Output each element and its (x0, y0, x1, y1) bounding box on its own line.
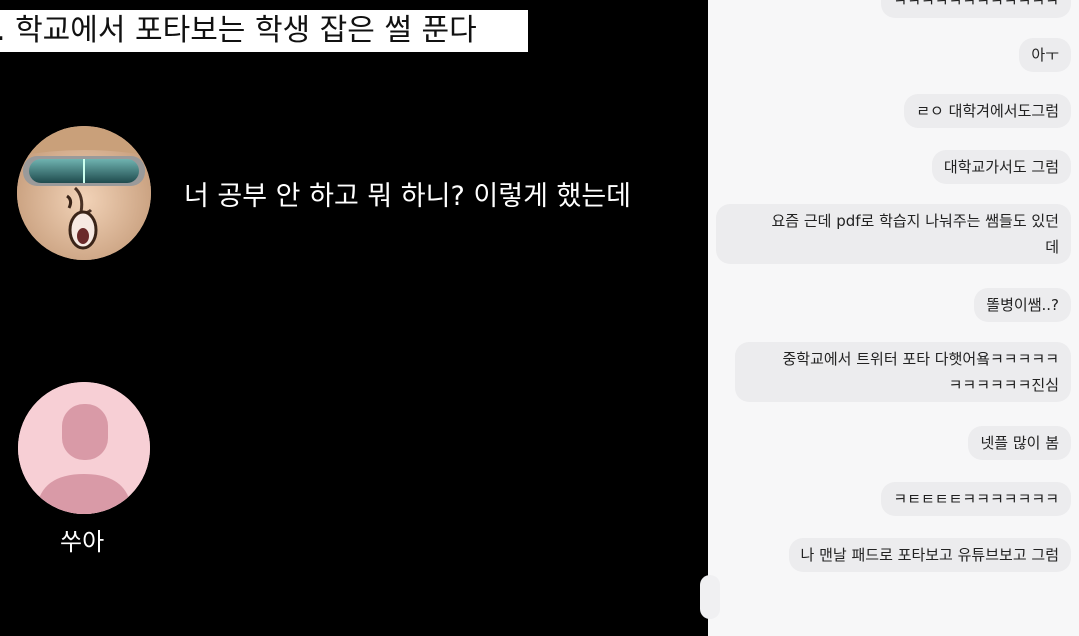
chat-message: 넷플 많이 봄 (968, 426, 1071, 460)
speaker-name: 쑤아 (60, 528, 105, 556)
chat-message: 대학교가서도 그럼 (931, 150, 1071, 184)
scroll-handle[interactable] (700, 575, 720, 619)
chat-message: 아ㅜ (1019, 38, 1071, 72)
chat-message: 요즘 근데 pdf로 학습지 나눠주는 쌤들도 있던 데 (716, 204, 1071, 264)
chat-message: ㅋㅌㅌㅌㅌㅋㅋㅋㅋㅋㅋㅋ (881, 482, 1071, 516)
video-stage: . 학교에서 포타보는 학생 잡은 썰 푼다 너 공부 안 하고 뭐 하니? 이… (0, 0, 708, 636)
chat-panel: ㅋㅋㅋㅋㅋㅋㅋㅋㅋㅋㅋㅋ 아ㅜ ㄹㅇ 대학겨에서도그럼 대학교가서도 그럼 요즘… (708, 0, 1079, 636)
video-title-banner: . 학교에서 포타보는 학생 잡은 썰 푼다 (0, 10, 528, 52)
chat-message: 중학교에서 트위터 포타 다햇어욬ㅋㅋㅋㅋㅋ ㅋㅋㅋㅋㅋㅋ진심 (735, 342, 1071, 402)
chat-message: ㅋㅋㅋㅋㅋㅋㅋㅋㅋㅋㅋㅋ (881, 0, 1071, 18)
cartoon-face-avatar-icon (17, 126, 151, 260)
video-title: . 학교에서 포타보는 학생 잡은 썰 푼다 (0, 13, 477, 48)
speech-line: 너 공부 안 하고 뭐 하니? 이렇게 했는데 (184, 181, 632, 212)
chat-message: 똘병이쌤..? (974, 288, 1071, 322)
chat-message: 나 맨날 패드로 포타보고 유튜브보고 그럼 (788, 538, 1071, 572)
chat-message: ㄹㅇ 대학겨에서도그럼 (904, 94, 1071, 128)
default-user-avatar-icon (18, 382, 150, 514)
